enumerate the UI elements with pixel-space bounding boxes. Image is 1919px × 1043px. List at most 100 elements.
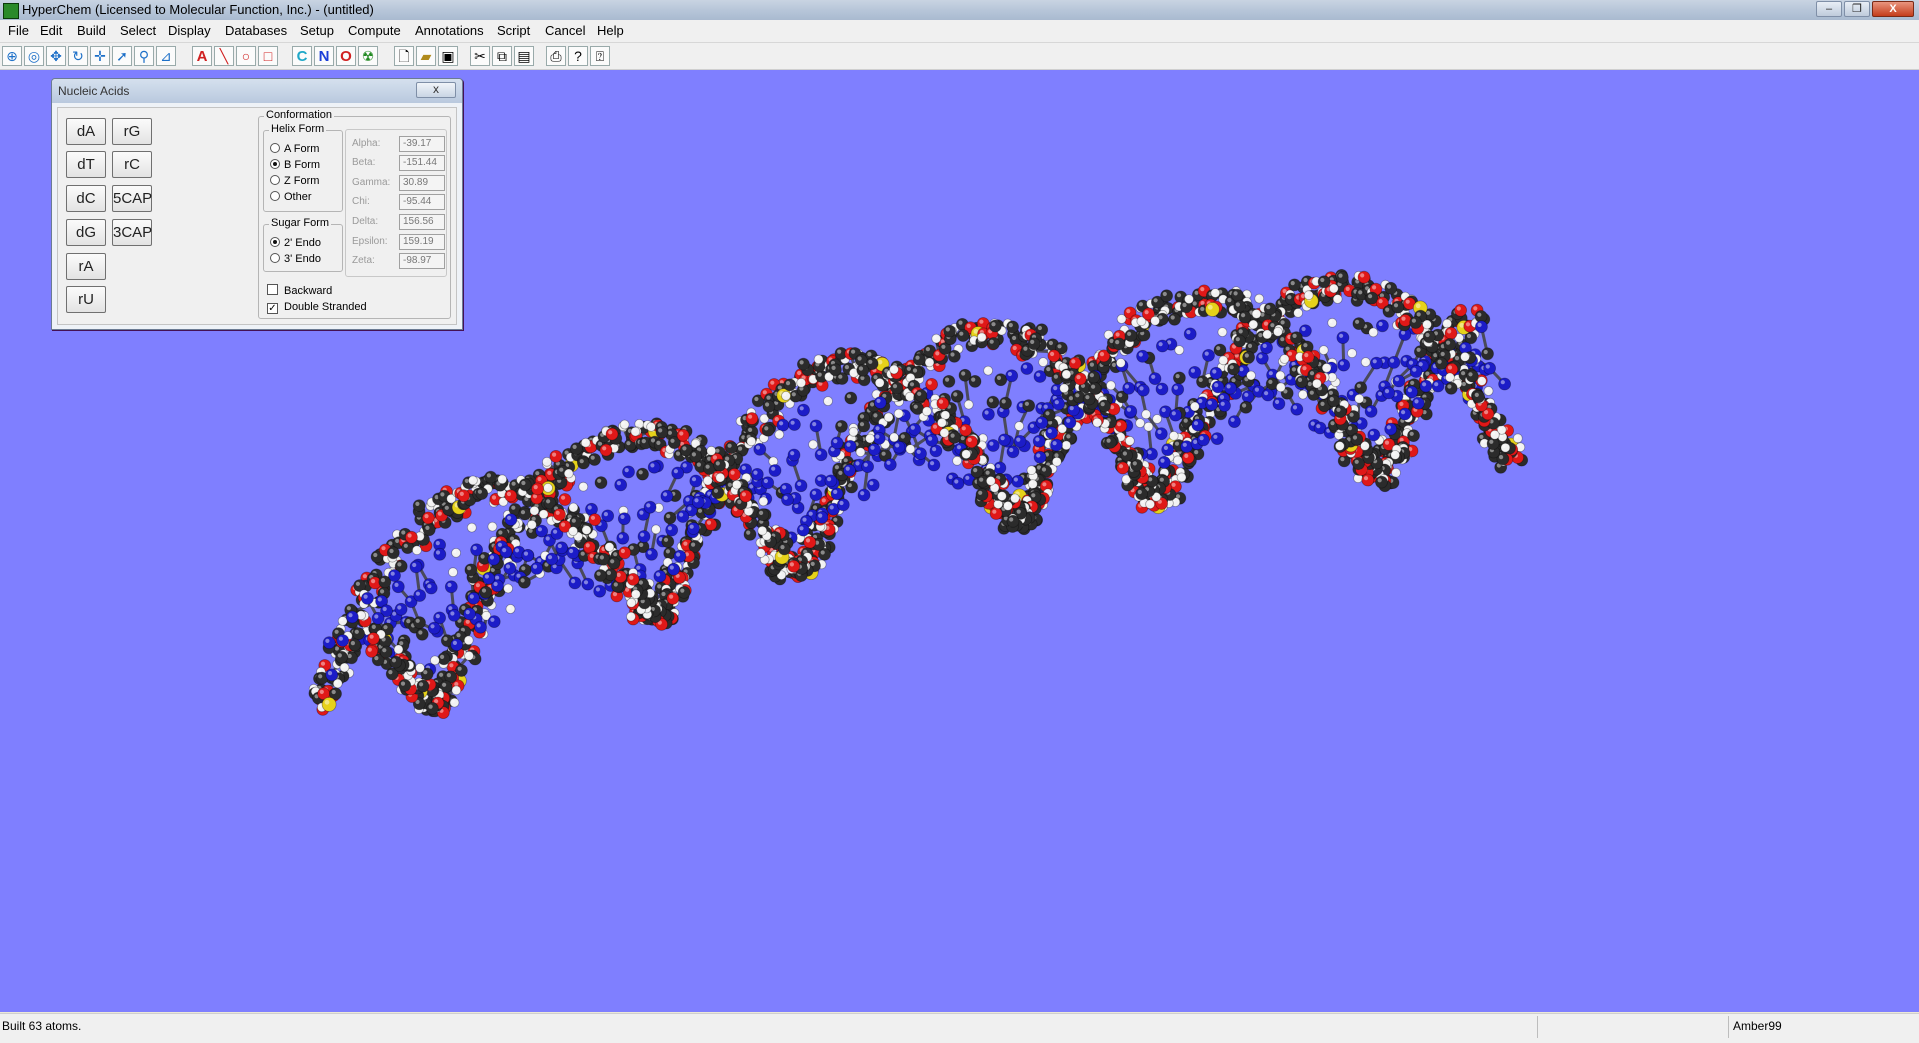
atom[interactable] (998, 434, 1010, 446)
atom[interactable] (1333, 295, 1342, 304)
atom[interactable] (1170, 409, 1182, 421)
atom[interactable] (1231, 289, 1243, 301)
ellipse-annotation-icon[interactable]: ○ (236, 46, 256, 66)
atom[interactable] (620, 420, 629, 429)
atom[interactable] (581, 438, 590, 447)
atom[interactable] (1385, 423, 1397, 435)
atom[interactable] (1156, 340, 1168, 352)
atom[interactable] (468, 476, 477, 485)
atom[interactable] (906, 445, 915, 454)
atom[interactable] (451, 639, 463, 651)
atom[interactable] (1137, 350, 1149, 362)
atom[interactable] (1182, 452, 1194, 464)
menu-cancel[interactable]: Cancel (545, 23, 585, 38)
atom[interactable] (465, 564, 477, 576)
atom[interactable] (1358, 271, 1370, 283)
atom[interactable] (884, 459, 896, 471)
print-icon[interactable]: ⎙ (546, 46, 566, 66)
atom[interactable] (809, 440, 818, 449)
atom[interactable] (468, 592, 480, 604)
atom[interactable] (926, 434, 938, 446)
atom[interactable] (1142, 410, 1151, 419)
atom[interactable] (1298, 390, 1307, 399)
cut-icon[interactable]: ✂ (470, 46, 490, 66)
menu-annotations[interactable]: Annotations (415, 23, 484, 38)
atom[interactable] (1328, 318, 1337, 327)
atom[interactable] (1376, 476, 1388, 488)
atom[interactable] (1149, 373, 1161, 385)
atom[interactable] (1158, 456, 1170, 468)
atom[interactable] (488, 522, 497, 531)
atom[interactable] (569, 577, 581, 589)
open-file-icon[interactable]: ▰ (416, 46, 436, 66)
atom[interactable] (1172, 383, 1184, 395)
atom[interactable] (762, 424, 774, 436)
atom[interactable] (1211, 289, 1220, 298)
atom[interactable] (688, 523, 700, 535)
atom[interactable] (1247, 371, 1256, 380)
atom[interactable] (1475, 321, 1487, 333)
atom[interactable] (1034, 451, 1046, 463)
atom[interactable] (1318, 276, 1330, 288)
atom[interactable] (1211, 433, 1223, 445)
atom[interactable] (618, 513, 630, 525)
clip-icon[interactable]: ⊿ (156, 46, 176, 66)
atom[interactable] (1276, 383, 1285, 392)
atom[interactable] (1228, 416, 1240, 428)
atom[interactable] (504, 562, 516, 574)
atom[interactable] (1034, 371, 1046, 383)
atom[interactable] (797, 524, 809, 536)
select-tool-icon[interactable]: ◎ (24, 46, 44, 66)
atom[interactable] (1243, 351, 1255, 363)
atom[interactable] (504, 584, 513, 593)
atom[interactable] (1021, 363, 1033, 375)
atom[interactable] (814, 355, 823, 364)
atom[interactable] (644, 501, 656, 513)
atom[interactable] (323, 637, 335, 649)
atom[interactable] (428, 622, 440, 634)
atom[interactable] (1391, 450, 1400, 459)
atom[interactable] (1169, 313, 1181, 325)
atom[interactable] (1393, 375, 1405, 387)
atom[interactable] (1338, 359, 1350, 371)
atom[interactable] (1014, 435, 1026, 447)
atom[interactable] (1336, 271, 1348, 283)
atom[interactable] (994, 462, 1006, 474)
atom[interactable] (788, 419, 800, 431)
atom[interactable] (692, 496, 704, 508)
atom[interactable] (522, 549, 534, 561)
atom[interactable] (1482, 348, 1494, 360)
atom[interactable] (909, 423, 921, 435)
atom[interactable] (1355, 394, 1364, 403)
atom[interactable] (1210, 367, 1222, 379)
atom[interactable] (1028, 480, 1037, 489)
atom[interactable] (471, 544, 483, 556)
atom[interactable] (890, 433, 899, 442)
element-oxygen-button[interactable]: O (336, 46, 356, 66)
paste-icon[interactable]: ▤ (514, 46, 534, 66)
atom[interactable] (1348, 349, 1357, 358)
atom[interactable] (1189, 366, 1201, 378)
element-carbon-button[interactable]: C (292, 46, 312, 66)
atom[interactable] (987, 440, 999, 452)
atom[interactable] (467, 523, 476, 532)
atom[interactable] (579, 482, 588, 491)
atom[interactable] (353, 628, 365, 640)
atom[interactable] (1151, 316, 1160, 325)
atom[interactable] (1376, 320, 1388, 332)
atom[interactable] (952, 477, 964, 489)
atom[interactable] (666, 524, 678, 536)
atom[interactable] (1420, 380, 1432, 392)
maximize-button[interactable]: ❐ (1844, 1, 1870, 17)
atom[interactable] (849, 427, 858, 436)
atom[interactable] (815, 449, 827, 461)
atom[interactable] (1125, 405, 1137, 417)
atom[interactable] (438, 653, 450, 665)
menu-file[interactable]: File (8, 23, 29, 38)
atom[interactable] (678, 586, 690, 598)
atom[interactable] (746, 413, 758, 425)
atom[interactable] (782, 391, 791, 400)
atom[interactable] (1224, 382, 1236, 394)
atom[interactable] (1184, 328, 1196, 340)
atom[interactable] (1361, 358, 1370, 367)
